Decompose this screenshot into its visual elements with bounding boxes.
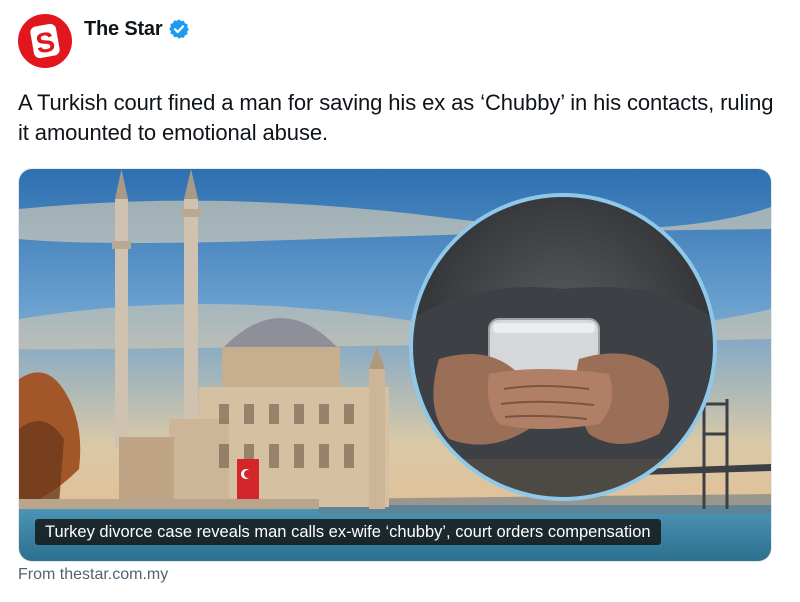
avatar[interactable]: S (18, 14, 72, 68)
article-image (19, 169, 771, 561)
image-caption: Turkey divorce case reveals man calls ex… (35, 519, 661, 545)
account-header: The Star (84, 16, 190, 42)
tweet-text: A Turkish court fined a man for saving h… (18, 90, 774, 145)
link-card[interactable]: Turkey divorce case reveals man calls ex… (18, 168, 772, 562)
card-source-link[interactable]: From thestar.com.my (18, 566, 168, 584)
verified-badge-icon (169, 19, 190, 39)
account-name[interactable]: The Star (84, 18, 163, 41)
the-star-logo-icon: S (30, 23, 60, 59)
